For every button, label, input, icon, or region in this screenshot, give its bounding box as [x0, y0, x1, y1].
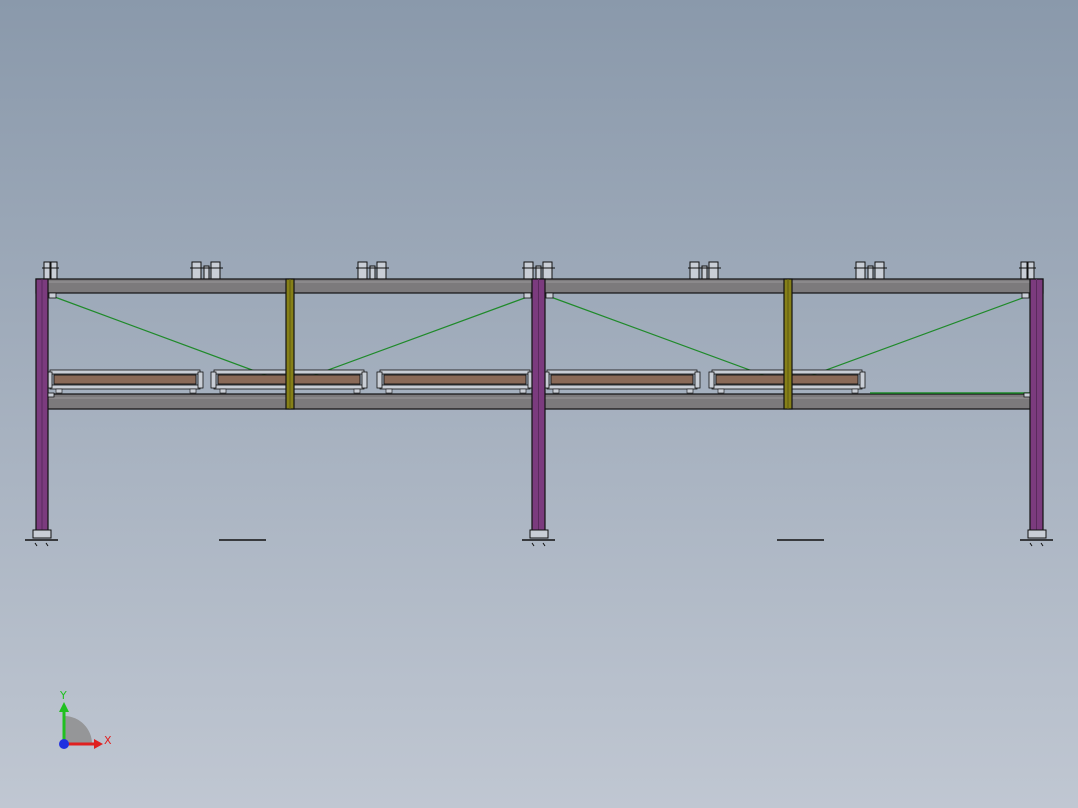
clamp-fixture[interactable]	[356, 261, 389, 280]
clamp-fixture[interactable]	[854, 261, 887, 280]
triad-x-label: X	[104, 734, 112, 747]
base-plates	[25, 529, 1053, 547]
tray-module[interactable]	[376, 369, 534, 394]
triad-z-axis-dot	[59, 739, 69, 749]
tray-module[interactable]	[46, 369, 204, 394]
triad-xy-plane-indicator	[64, 716, 92, 744]
cad-graphics-viewport[interactable]: Y X	[0, 0, 1078, 808]
base-plate-middle[interactable]	[522, 529, 555, 547]
column-left[interactable]	[35, 278, 49, 535]
top-clamp-fixtures	[42, 261, 1036, 280]
clamp-fixture[interactable]	[1019, 261, 1036, 280]
tray-module[interactable]	[543, 369, 701, 394]
column-middle[interactable]	[531, 278, 546, 535]
clamp-fixture[interactable]	[688, 261, 721, 280]
tray-modules	[46, 369, 866, 394]
column-right[interactable]	[1029, 278, 1044, 535]
post-right[interactable]	[783, 278, 793, 410]
triad-x-arrow	[94, 739, 103, 749]
triad-y-arrow	[59, 702, 69, 712]
triad-y-label: Y	[59, 689, 67, 702]
clamp-fixture[interactable]	[190, 261, 223, 280]
base-plate-left[interactable]	[25, 529, 58, 547]
base-plate-right[interactable]	[1020, 529, 1053, 547]
frame-structure-drawing[interactable]: Y X	[0, 0, 1078, 808]
clamp-fixture[interactable]	[42, 261, 59, 280]
coordinate-triad[interactable]: Y X	[59, 689, 112, 749]
post-left[interactable]	[285, 278, 295, 410]
clamp-fixture[interactable]	[522, 261, 555, 280]
